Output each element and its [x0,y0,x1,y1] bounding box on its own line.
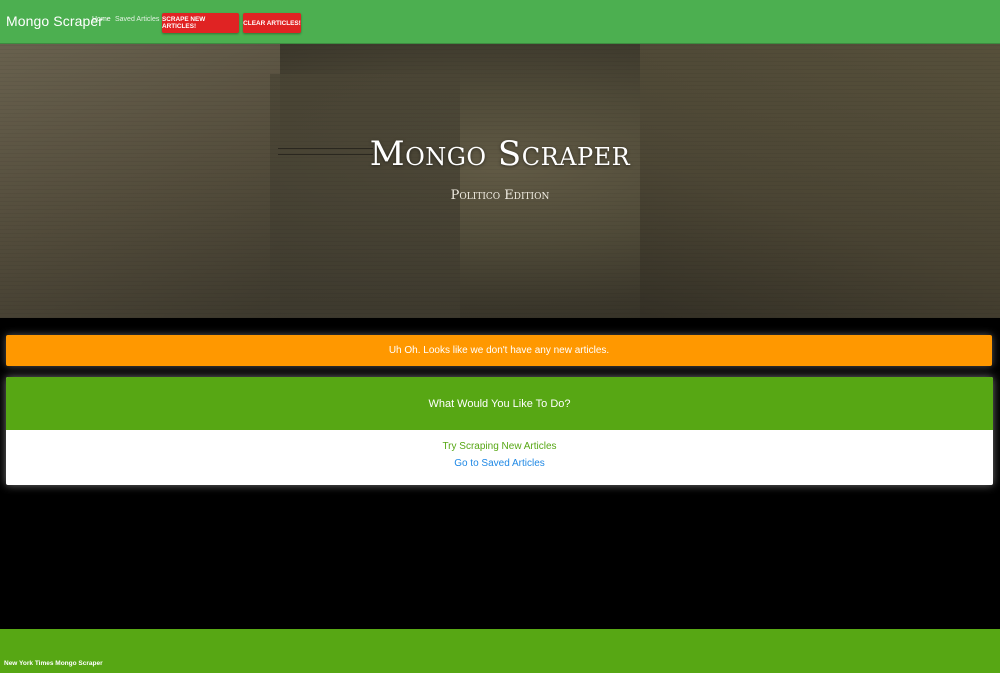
go-to-saved-articles-link[interactable]: Go to Saved Articles [6,458,993,469]
newsprint-texture [0,44,1000,318]
nav-link-saved-articles[interactable]: Saved Articles [115,16,159,23]
try-scraping-link[interactable]: Try Scraping New Articles [6,441,993,452]
hero-title: Mongo Scraper [369,134,631,174]
footer-text: New York Times Mongo Scraper [4,660,103,667]
action-card: What Would You Like To Do? Try Scraping … [6,377,993,485]
brand-logo[interactable]: Mongo Scraper [6,13,103,29]
nav-link-home[interactable]: Home [92,16,111,23]
no-articles-alert: Uh Oh. Looks like we don't have any new … [6,335,992,366]
footer: New York Times Mongo Scraper [0,629,1000,673]
scrape-new-articles-button[interactable]: SCRAPE NEW ARTICLES! [162,13,239,33]
navbar: Mongo Scraper Home Saved Articles SCRAPE… [0,0,1000,44]
clear-articles-button[interactable]: CLEAR ARTICLES! [243,13,301,33]
hero-banner: Mongo Scraper Politico Edition [0,44,1000,318]
hero-subtitle: Politico Edition [450,188,550,203]
card-header: What Would You Like To Do? [6,377,993,430]
card-body: Try Scraping New Articles Go to Saved Ar… [6,430,993,485]
